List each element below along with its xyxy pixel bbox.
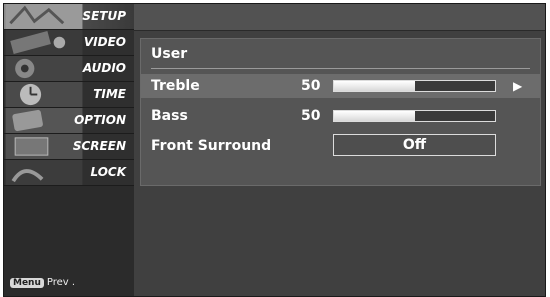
menu-key-badge: Menu <box>10 278 44 288</box>
bass-level-bar[interactable] <box>333 110 496 122</box>
setting-label: Bass <box>151 108 188 124</box>
audio-settings-panel: User Treble 50 ▶ Bass 50 Front Surround … <box>134 4 545 296</box>
sidebar-item-setup[interactable]: SETUP <box>4 4 134 30</box>
video-icon <box>5 30 83 55</box>
prev-label: Prev . <box>46 277 76 288</box>
sidebar-item-label: SCREEN <box>72 139 126 153</box>
sidebar-item-time[interactable]: TIME <box>4 82 134 108</box>
treble-level-fill <box>334 81 415 91</box>
front-surround-value: Off <box>402 137 427 153</box>
front-surround-select[interactable]: Off <box>333 134 496 156</box>
setting-value: 50 <box>301 78 321 94</box>
treble-level-bar[interactable] <box>333 80 496 92</box>
audio-icon <box>5 56 83 81</box>
setting-row-bass[interactable]: Bass 50 <box>141 104 540 128</box>
option-icon <box>5 108 83 133</box>
bass-level-fill <box>334 111 415 121</box>
user-settings-box: User Treble 50 ▶ Bass 50 Front Surround … <box>140 38 541 186</box>
setting-row-treble[interactable]: Treble 50 ▶ <box>141 74 540 98</box>
lock-icon <box>5 160 83 185</box>
sidebar-item-video[interactable]: VIDEO <box>4 30 134 56</box>
sidebar-item-option[interactable]: OPTION <box>4 108 134 134</box>
sidebar-item-label: VIDEO <box>83 35 126 49</box>
tv-osd-menu: SETUP VIDEO AUDIO TIME OPTION SCREEN LOC… <box>3 3 546 297</box>
section-title: User <box>151 46 188 62</box>
sidebar-item-lock[interactable]: LOCK <box>4 160 134 186</box>
setting-label: Front Surround <box>151 138 272 154</box>
setting-label: Treble <box>151 78 200 94</box>
time-icon <box>5 82 83 107</box>
sidebar-item-label: SETUP <box>82 9 126 23</box>
category-sidebar: SETUP VIDEO AUDIO TIME OPTION SCREEN LOC… <box>4 4 134 296</box>
sidebar-item-screen[interactable]: SCREEN <box>4 134 134 160</box>
sidebar-item-label: LOCK <box>90 165 126 179</box>
right-arrow-icon: ▶ <box>513 79 523 93</box>
setting-value: 50 <box>301 108 321 124</box>
sidebar-item-label: OPTION <box>74 113 126 127</box>
sidebar-item-label: AUDIO <box>82 61 126 75</box>
sidebar-item-label: TIME <box>93 87 126 101</box>
sidebar-item-audio[interactable]: AUDIO <box>4 56 134 82</box>
panel-header-strip <box>134 4 545 31</box>
setting-row-front-surround[interactable]: Front Surround Off <box>141 134 540 158</box>
prev-hint: Menu Prev . <box>10 277 75 288</box>
setup-icon <box>5 4 83 29</box>
section-divider <box>151 68 530 69</box>
